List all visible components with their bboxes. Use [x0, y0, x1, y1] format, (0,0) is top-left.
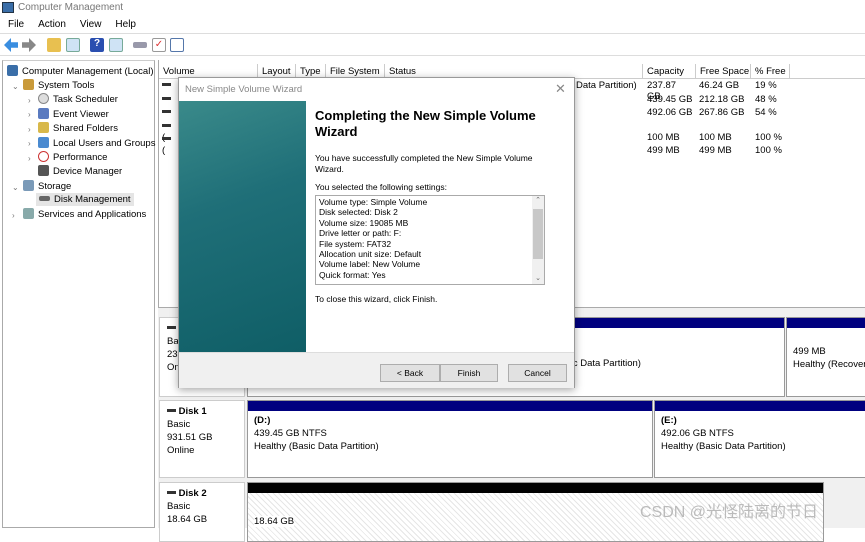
- navigation-tree: Computer Management (Local) ⌄ System Too…: [2, 60, 155, 528]
- tree-item-shared-folders[interactable]: Shared Folders: [38, 122, 118, 134]
- chevron-right-icon[interactable]: ›: [28, 139, 31, 148]
- disk-icon: [167, 409, 176, 412]
- scroll-down-icon[interactable]: ⌄: [532, 274, 544, 284]
- event-viewer-icon: [38, 108, 49, 119]
- toolbar: ? ✓: [0, 35, 865, 56]
- performance-icon: [38, 151, 49, 162]
- chevron-right-icon[interactable]: ›: [28, 125, 31, 134]
- tree-item-system-tools[interactable]: System Tools: [23, 79, 94, 91]
- back-arrow-icon[interactable]: [4, 38, 18, 52]
- shared-folder-icon: [38, 122, 49, 133]
- tree-item-computer-management[interactable]: Computer Management (Local): [7, 65, 153, 77]
- settings-label: You selected the following settings:: [315, 182, 447, 192]
- close-icon[interactable]: ✕: [555, 81, 566, 97]
- users-icon: [38, 137, 49, 148]
- settings-textbox[interactable]: Volume type: Simple Volume Disk selected…: [315, 195, 545, 285]
- window-title-bar: Computer Management: [0, 0, 865, 16]
- chevron-down-icon[interactable]: ⌄: [12, 82, 19, 91]
- volume-row[interactable]: 439.45 GB 212.18 GB 48 %: [162, 94, 777, 105]
- watermark: CSDN @光怪陆离的节日: [640, 504, 819, 521]
- column-percent-free[interactable]: % Free: [751, 64, 790, 78]
- column-type[interactable]: Type: [296, 64, 326, 78]
- column-layout[interactable]: Layout: [258, 64, 296, 78]
- quick-format-setting: Quick format: Yes: [319, 269, 386, 280]
- disk-1-label[interactable]: Disk 1 Basic 931.51 GB Online: [159, 400, 245, 478]
- chevron-right-icon[interactable]: ›: [12, 211, 15, 220]
- device-manager-icon: [38, 165, 49, 176]
- connect-icon[interactable]: [133, 42, 147, 48]
- dialog-title: New Simple Volume Wizard: [185, 84, 303, 95]
- cancel-button[interactable]: Cancel: [508, 364, 567, 382]
- tree-item-device-manager[interactable]: Device Manager: [38, 165, 122, 177]
- scrollbar-thumb[interactable]: [533, 209, 543, 259]
- column-status[interactable]: Status: [385, 64, 643, 78]
- properties-icon[interactable]: [170, 38, 184, 52]
- column-file-system[interactable]: File System: [326, 64, 385, 78]
- disk-icon: [39, 196, 50, 201]
- volume-row[interactable]: 492.06 GB 267.86 GB 54 %: [162, 107, 777, 118]
- back-button[interactable]: < Back: [380, 364, 440, 382]
- close-hint: To close this wizard, click Finish.: [315, 294, 438, 304]
- clock-icon: [38, 93, 49, 104]
- volume-row[interactable]: Data Partition) 237.87 GB 46.24 GB 19 %: [162, 80, 777, 102]
- tree-item-storage[interactable]: Storage: [23, 180, 71, 192]
- column-free-space[interactable]: Free Space: [696, 64, 751, 78]
- computer-management-icon: [2, 2, 14, 13]
- menu-file[interactable]: File: [0, 16, 30, 30]
- column-volume[interactable]: Volume: [159, 64, 258, 78]
- up-folder-icon[interactable]: [47, 38, 61, 52]
- menu-action[interactable]: Action: [30, 16, 72, 30]
- checklist-icon[interactable]: ✓: [152, 38, 166, 52]
- tools-icon: [23, 79, 34, 90]
- action-pane-icon[interactable]: [109, 38, 123, 52]
- chevron-down-icon[interactable]: ⌄: [12, 183, 19, 192]
- tree-item-task-scheduler[interactable]: Task Scheduler: [38, 93, 118, 105]
- disk-2-label[interactable]: Disk 2 Basic 18.64 GB: [159, 482, 245, 542]
- column-capacity[interactable]: Capacity: [643, 64, 696, 78]
- storage-icon: [23, 180, 34, 191]
- disk-icon: [167, 326, 176, 329]
- drive-icon: [162, 110, 171, 113]
- services-icon: [23, 208, 34, 219]
- window-title: Computer Management: [18, 2, 124, 13]
- drive-icon: [162, 83, 171, 86]
- chevron-right-icon[interactable]: ›: [28, 154, 31, 163]
- partition-recovery[interactable]: 499 MB Healthy (Recover: [786, 317, 865, 397]
- menu-view[interactable]: View: [72, 16, 108, 30]
- menu-bar: File Action View Help: [0, 16, 865, 34]
- help-icon[interactable]: ?: [90, 38, 104, 52]
- tree-item-local-users[interactable]: Local Users and Groups: [38, 137, 155, 149]
- chevron-right-icon[interactable]: ›: [28, 110, 31, 119]
- finish-button[interactable]: Finish: [440, 364, 498, 382]
- wizard-banner-image: [179, 101, 306, 352]
- forward-arrow-icon[interactable]: [22, 38, 36, 52]
- new-simple-volume-wizard-dialog: New Simple Volume Wizard ✕ Completing th…: [178, 77, 575, 388]
- scroll-up-icon[interactable]: ⌃: [532, 196, 544, 206]
- tree-item-performance[interactable]: Performance: [38, 151, 107, 163]
- disk-icon: [167, 491, 176, 494]
- menu-help[interactable]: Help: [107, 16, 142, 30]
- partition-e[interactable]: (E:) 492.06 GB NTFS Healthy (Basic Data Pa…: [654, 400, 865, 478]
- partition-d[interactable]: (D:) 439.45 GB NTFS Healthy (Basic Data Pa…: [247, 400, 653, 478]
- drive-icon: [162, 137, 171, 140]
- tree-item-services-applications[interactable]: Services and Applications: [23, 208, 146, 220]
- computer-icon: [7, 65, 18, 76]
- dialog-button-bar: < Back Finish Cancel: [179, 352, 574, 388]
- wizard-heading: Completing the New Simple Volume Wizard: [315, 108, 536, 139]
- volume-row[interactable]: (499 MB 499 MB 100 %: [162, 134, 782, 156]
- tree-item-disk-management[interactable]: Disk Management: [36, 193, 134, 206]
- settings-scrollbar[interactable]: ⌃ ⌄: [532, 196, 544, 284]
- success-text: You have successfully completed the New …: [315, 153, 533, 174]
- tree-item-event-viewer[interactable]: Event Viewer: [38, 108, 109, 120]
- drive-icon: [162, 97, 171, 100]
- show-hide-tree-icon[interactable]: [66, 38, 80, 52]
- drive-icon: [162, 124, 171, 127]
- chevron-right-icon[interactable]: ›: [28, 96, 31, 105]
